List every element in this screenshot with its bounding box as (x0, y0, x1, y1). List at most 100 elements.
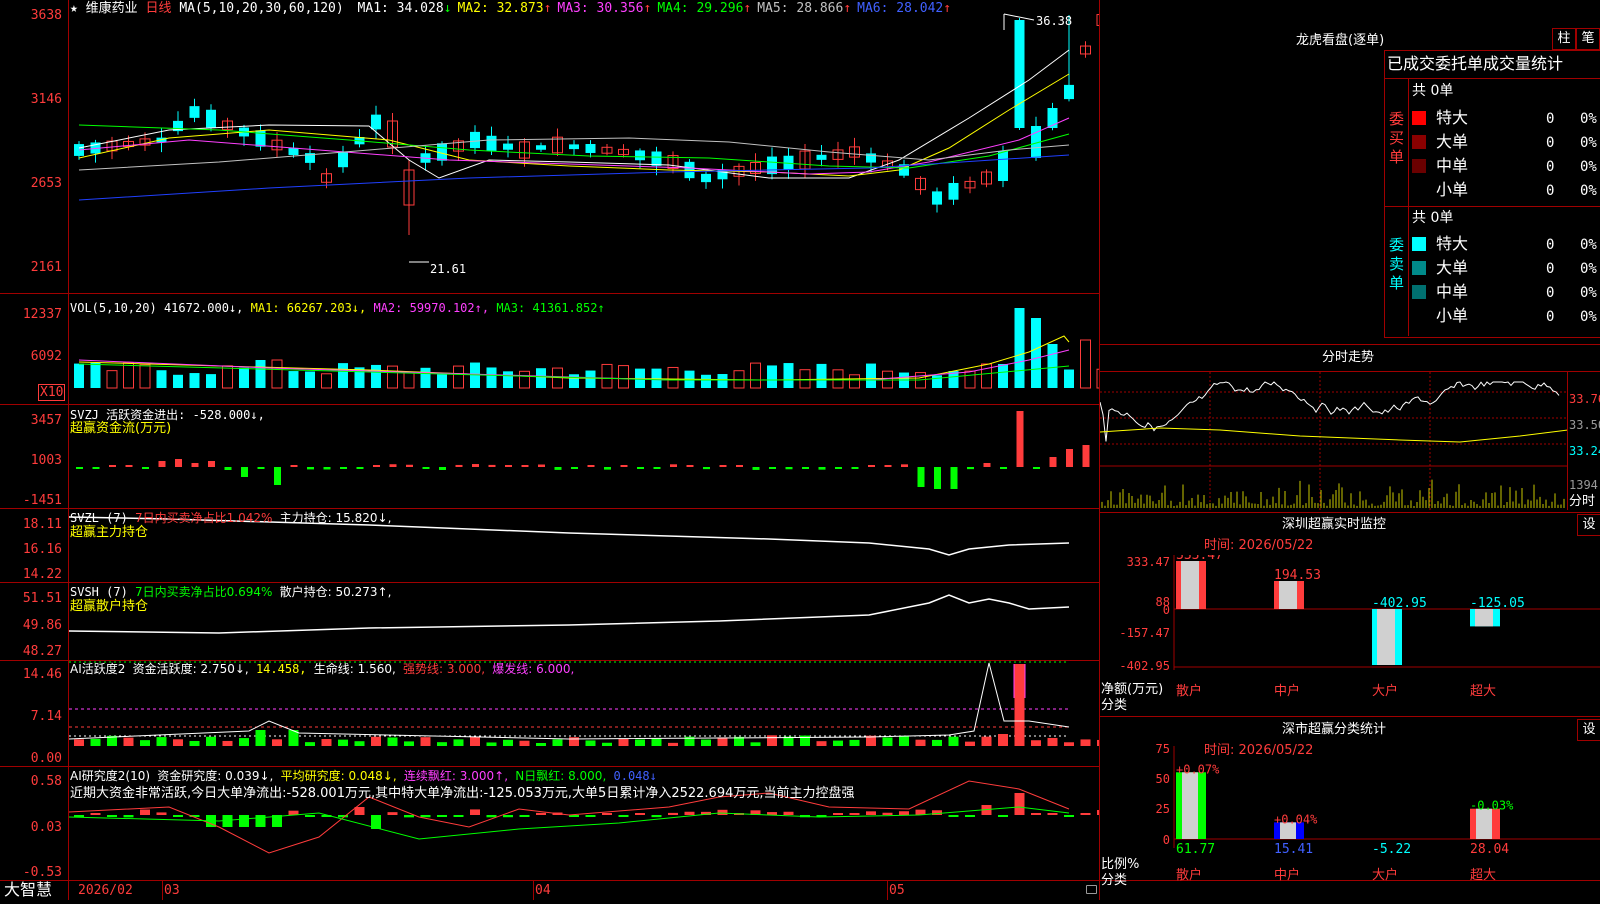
volume-bar (799, 369, 811, 389)
flow-bar (884, 465, 892, 467)
classify-y-unit: 比例% (1101, 857, 1140, 872)
net-amount-chart[interactable]: 333.47880-157.47-402.95333.47散户194.53中户-… (1100, 548, 1600, 713)
vol-title: VOL(5,10,20) (70, 301, 157, 315)
flow-bar (851, 467, 859, 469)
net-category-label: 散户 (1176, 683, 1202, 699)
flow-bar (224, 467, 232, 470)
lock-icon[interactable] (1086, 885, 1097, 894)
classify-axis-label: 25 (1156, 802, 1170, 816)
research-bar (156, 812, 167, 815)
research-bar (668, 812, 678, 815)
ratio-bottom-label: 61.77 (1176, 842, 1215, 857)
ai-research-e: 0.048↓ (613, 769, 657, 783)
svzl-hold: 主力持仓: 15.820↓, (279, 511, 392, 525)
ma-arrow-6: ↑ (943, 1, 952, 16)
ai-research-header: AI研究度2(10) 资金研究度: 0.039↓, 平均研究度: 0.048↓,… (70, 769, 657, 783)
svsh-axis-1: 49.86 (22, 618, 62, 633)
volume-bar (453, 365, 464, 389)
net-category-label: 大户 (1372, 683, 1398, 699)
volume-bar (288, 371, 299, 388)
classify-settings-button[interactable]: 设 (1577, 719, 1600, 741)
bar-mode-button[interactable]: 柱 (1552, 28, 1576, 50)
flow-bar (637, 467, 644, 469)
flow-bar (917, 467, 925, 487)
flow-bar (950, 467, 958, 489)
svzl-header: SVZL (7) 7日内买卖净占比1.042% 主力持仓: 15.820↓, (70, 511, 391, 525)
research-bar (239, 815, 249, 827)
buy-total: 共 0单 (1412, 83, 1454, 99)
candle (288, 147, 299, 156)
dragon-row: 中单 0 0% (1412, 156, 1598, 176)
ai-research-b: 平均研究度: 0.048↓, (280, 769, 397, 783)
monitor-axis-label: 333.47 (1127, 555, 1170, 569)
ai-active-c: 生命线: 1.560, (313, 662, 396, 676)
date-axis-0: 2026/02 (78, 883, 133, 898)
flow-bar (1082, 445, 1090, 467)
flow-bar (587, 465, 595, 467)
research-bar (1047, 813, 1058, 815)
flow-bar (257, 467, 265, 469)
flow-bar (1049, 457, 1057, 467)
activity-chart[interactable] (68, 661, 1107, 766)
monitor-chart-area[interactable]: 333.47 88 0 -157.47 -402.95 333.47 散户 194.53 中户 -… (1100, 548, 1600, 713)
intraday-chart[interactable] (1099, 372, 1569, 510)
activity-bar (585, 740, 596, 746)
volume-bar (403, 371, 415, 389)
flow-bar (967, 467, 974, 470)
price-axis-0: 3638 (30, 8, 62, 23)
classify-chart-area[interactable]: 75 50 25 0 +0.07% 61.77 散户 +0.04% 15.41 中户 -5.22 大户… (1100, 742, 1600, 900)
ratio-chart[interactable]: 75 50 25 0 +0.07% 61.77 散户 +0.04% 15.41 中户 -5.22 大户… (1100, 742, 1600, 900)
volume-bar (519, 370, 530, 389)
svzj-axis-1: 1003 (30, 453, 62, 468)
activity-bar (123, 737, 134, 746)
volume-bar (74, 363, 84, 388)
flow-bar (818, 467, 826, 470)
ai-research-panel[interactable] (68, 767, 1107, 880)
volume-bar (1014, 308, 1025, 388)
svzl-axis-1: 16.16 (22, 542, 62, 557)
ai-active-d: 强势线: 3.000, (403, 662, 486, 676)
research-chart[interactable] (68, 767, 1107, 880)
intraday-panel[interactable] (1099, 372, 1569, 510)
ratio-bar-highlight (1476, 808, 1492, 839)
period-label[interactable]: 日线 (146, 1, 172, 16)
activity-bar (338, 739, 348, 746)
research-bar (717, 809, 728, 815)
retail-hold-line (68, 594, 1070, 634)
volume-bar (321, 373, 332, 389)
volume-bar (569, 374, 579, 388)
star-icon[interactable]: ★ (70, 1, 78, 16)
activity-bar (305, 742, 315, 746)
price-panel[interactable] (69, 0, 1099, 293)
dragon-row: 小单 0 0% (1412, 180, 1598, 200)
candle (767, 156, 777, 175)
pen-mode-button[interactable]: 笔 (1576, 28, 1600, 50)
research-bar (453, 815, 464, 817)
ma-arrow-2: ↑ (543, 1, 552, 16)
volume-bar (964, 370, 976, 389)
research-bar (123, 815, 134, 818)
net-bar-value: 194.53 (1274, 568, 1321, 583)
monitor-settings-button[interactable]: 设 (1577, 514, 1600, 536)
swatch-icon (1412, 309, 1426, 323)
monitor-axis-label: 0 (1163, 603, 1170, 617)
activity-bar (470, 736, 480, 746)
volume-bar (932, 375, 942, 388)
candlestick-chart[interactable] (69, 0, 1099, 293)
ai-active-panel[interactable] (68, 661, 1107, 766)
candle (189, 106, 200, 118)
activity-bar (1064, 742, 1074, 746)
svzl-subtitle: 超赢主力持仓 (70, 525, 149, 540)
high-price-label: 36.38 (1036, 14, 1073, 28)
monitor-x-unit: 分类 (1101, 698, 1128, 713)
ma-arrow-4: ↑ (743, 1, 752, 16)
research-bar (90, 813, 101, 815)
activity-bar (701, 739, 711, 746)
net-bar-highlight (1475, 609, 1493, 627)
flow-bar (554, 467, 562, 470)
activity-bar (90, 738, 101, 746)
research-bar (783, 811, 794, 815)
research-bar (503, 815, 513, 818)
flow-bar (868, 465, 875, 467)
research-bar (519, 815, 530, 817)
